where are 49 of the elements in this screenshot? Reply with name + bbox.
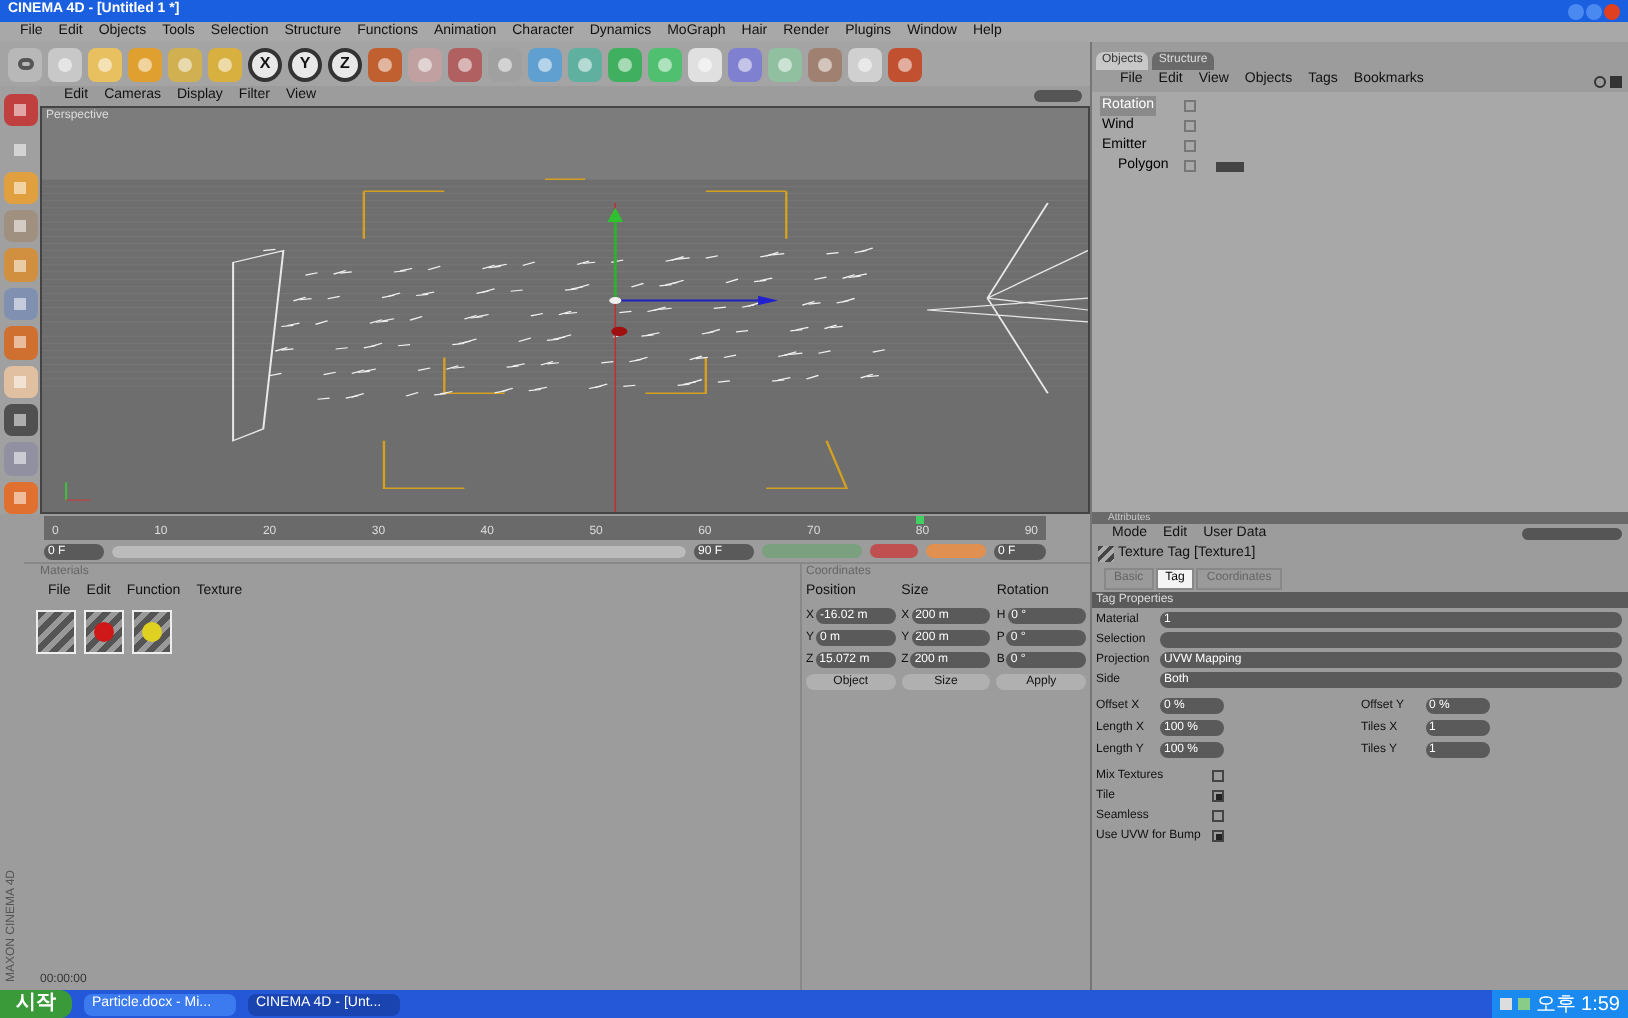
search-icon[interactable]	[1594, 75, 1606, 87]
empty-material-swatch[interactable]	[36, 609, 76, 653]
tool-icon[interactable]	[568, 47, 602, 81]
checkbox[interactable]	[1212, 830, 1224, 842]
start-button[interactable]: 시작	[0, 990, 72, 1018]
tool-icon[interactable]	[808, 47, 842, 81]
material-swatch[interactable]	[132, 609, 172, 653]
minimize-icon[interactable]	[1568, 3, 1584, 19]
tool-icon[interactable]	[768, 47, 802, 81]
tool-icon[interactable]	[728, 47, 762, 81]
tool-icon[interactable]	[408, 47, 442, 81]
mode-icon[interactable]	[3, 326, 37, 360]
material-swatch[interactable]	[84, 609, 124, 653]
tool-icon[interactable]	[448, 47, 482, 81]
axis-lock-button[interactable]: X	[248, 47, 282, 81]
tool-icon[interactable]	[488, 47, 522, 81]
tool-icon[interactable]	[528, 47, 562, 81]
tool-icon[interactable]	[648, 47, 682, 81]
mode-icon[interactable]	[3, 248, 37, 282]
checkbox[interactable]	[1212, 810, 1224, 822]
mode-icon[interactable]	[3, 481, 37, 514]
tool-icon[interactable]	[48, 47, 82, 81]
tool-icon[interactable]	[208, 47, 242, 81]
clock: 오후 1:59	[1535, 991, 1620, 1018]
mode-icon[interactable]	[3, 171, 37, 205]
mode-icon[interactable]	[3, 365, 37, 398]
tool-icon[interactable]	[168, 47, 202, 81]
tool-icon[interactable]	[848, 47, 882, 81]
mode-icon[interactable]	[3, 94, 37, 127]
range-slider[interactable]	[112, 545, 686, 557]
axis-lock-button[interactable]: Y	[288, 47, 322, 81]
attribute-field[interactable]	[1160, 632, 1622, 648]
playhead-handle[interactable]	[915, 516, 924, 524]
axis-lock-button[interactable]: Z	[328, 47, 362, 81]
maximize-icon[interactable]	[1586, 3, 1602, 19]
mode-icon[interactable]	[3, 287, 37, 321]
mode-icon[interactable]	[3, 403, 37, 437]
checkbox[interactable]	[1212, 790, 1224, 802]
tool-icon[interactable]	[88, 47, 122, 81]
tool-icon[interactable]	[128, 47, 162, 81]
texture-tag-icon	[1098, 546, 1114, 563]
mode-icon[interactable]	[3, 442, 37, 476]
close-icon[interactable]	[1604, 3, 1620, 19]
mode-icon[interactable]	[3, 210, 37, 243]
tool-icon[interactable]	[888, 47, 922, 81]
tool-icon[interactable]	[368, 47, 402, 81]
tool-icon[interactable]	[608, 47, 642, 81]
tool-icon[interactable]	[688, 47, 722, 81]
checkbox[interactable]	[1212, 770, 1224, 782]
